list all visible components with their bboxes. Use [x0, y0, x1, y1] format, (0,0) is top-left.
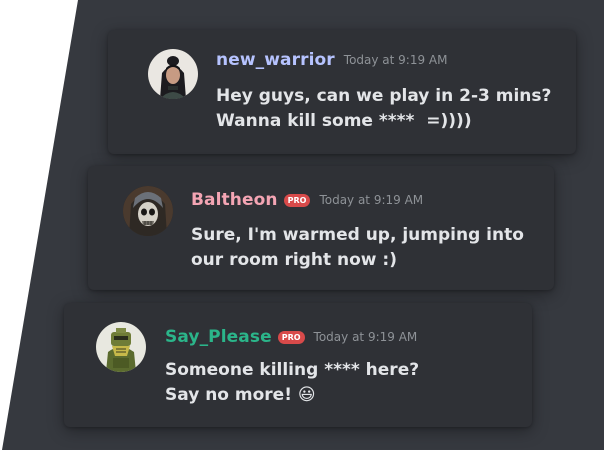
female-warrior-avatar-icon — [148, 49, 198, 99]
armored-soldier-avatar-icon — [96, 322, 146, 372]
username[interactable]: Say_Please — [165, 327, 272, 347]
user-avatar[interactable] — [148, 49, 198, 99]
message-timestamp: Today at 9:19 AM — [313, 330, 418, 344]
smiley-emoji-icon: 😃 — [297, 385, 316, 405]
message-timestamp: Today at 9:19 AM — [319, 193, 424, 207]
skull-mask-avatar-icon — [123, 186, 173, 236]
message-text: Someone killing **** here? Say no more! … — [165, 358, 419, 408]
message-line: Hey guys, can we play in 2-3 mins? — [216, 86, 552, 106]
username[interactable]: Baltheon — [191, 190, 278, 210]
chat-message-card: Baltheon PRO Today at 9:19 AM Sure, I'm … — [88, 166, 554, 290]
message-text: Hey guys, can we play in 2-3 mins? Wanna… — [216, 84, 551, 134]
pro-badge: PRO — [277, 330, 305, 344]
message-line: Someone killing **** here? — [165, 360, 420, 380]
user-avatar[interactable] — [123, 186, 173, 236]
user-avatar[interactable] — [96, 322, 146, 372]
pro-badge: PRO — [283, 193, 311, 207]
message-line: Wanna kill some **** =)))) — [216, 111, 472, 131]
message-line-text: Say no more! — [165, 385, 298, 405]
message-line: Say no more! 😃 — [165, 383, 419, 408]
message-timestamp: Today at 9:19 AM — [343, 53, 448, 67]
username[interactable]: new_warrior — [216, 50, 335, 70]
message-line: our room right now :) — [191, 250, 397, 270]
message-text: Sure, I'm warmed up, jumping into our ro… — [191, 223, 524, 273]
chat-message-card: Say_Please PRO Today at 9:19 AM Someone … — [64, 303, 532, 427]
chat-message-card: new_warrior Today at 9:19 AM Hey guys, c… — [108, 30, 576, 154]
message-line: Sure, I'm warmed up, jumping into — [191, 225, 524, 245]
